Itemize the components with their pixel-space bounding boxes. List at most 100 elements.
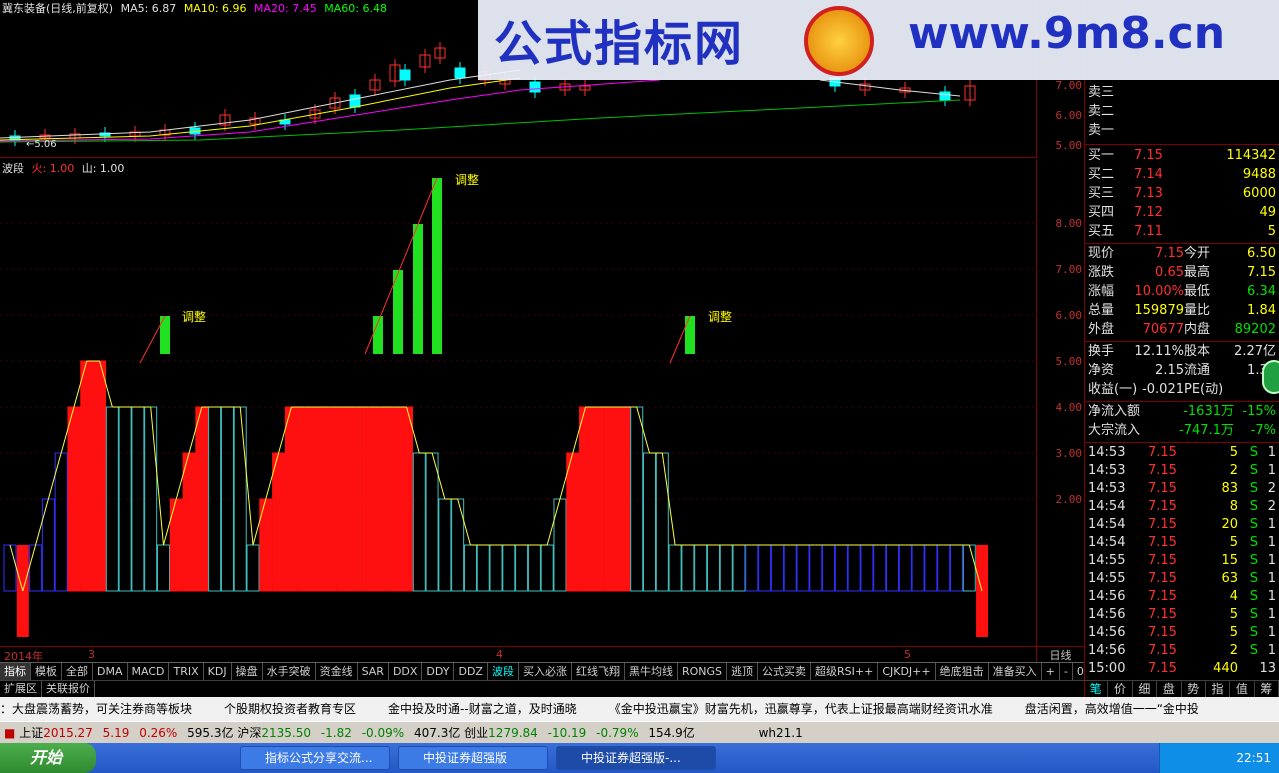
tick-time: 14:54 — [1088, 517, 1126, 532]
tab-25[interactable]: + — [1042, 663, 1060, 680]
indicator-bar — [297, 406, 311, 592]
ticker-item[interactable]: 金中投及时通--财富之道，及时通晓 — [388, 702, 577, 716]
axis-label: 5.00 — [1055, 139, 1083, 152]
tab-15[interactable]: 买入必涨 — [519, 663, 572, 680]
quote-tab-1[interactable]: 价 — [1108, 681, 1133, 697]
stat-value: -0.021 — [1142, 382, 1184, 397]
tab-23[interactable]: 绝底狙击 — [936, 663, 989, 680]
tab-14[interactable]: 波段 — [487, 663, 519, 680]
tick-side: S — [1249, 607, 1258, 622]
ticker-item[interactable]: 盘活闲置，高效增值一一“金中投 — [1025, 702, 1199, 716]
period-selector[interactable]: 日线 — [1036, 646, 1084, 662]
peak-bar — [413, 224, 423, 354]
indicator-bar — [336, 406, 350, 592]
ticker-item[interactable]: 个股期权投资者教育专区 — [224, 702, 356, 716]
tab-1[interactable]: 模板 — [31, 663, 62, 680]
tab-24[interactable]: 准备买入 — [989, 663, 1042, 680]
axis-label: 4.00 — [1055, 401, 1083, 414]
tick-row[interactable]: 14:53 7.15 5 S 1 — [1088, 444, 1278, 462]
sell-row[interactable]: 卖三 — [1088, 84, 1278, 102]
tab-extension[interactable]: 扩展区 — [0, 681, 42, 697]
axis-label: 7.00 — [1055, 79, 1083, 92]
buy-volume: 49 — [1259, 205, 1276, 220]
tick-volume: 4 — [1229, 589, 1238, 604]
tab-21[interactable]: 超级RSI++ — [811, 663, 879, 680]
axis-label: 2.00 — [1055, 493, 1083, 506]
tab-3[interactable]: DMA — [93, 663, 128, 680]
tab-7[interactable]: 操盘 — [232, 663, 263, 680]
tab-13[interactable]: DDZ — [454, 663, 488, 680]
ticker-item[interactable]: ：大盘震荡蓄势，可关注券商等板块 — [0, 702, 192, 716]
candle-body — [399, 69, 411, 81]
tab-17[interactable]: 黑牛均线 — [625, 663, 678, 680]
indicator-bar — [809, 544, 823, 592]
tick-row[interactable]: 14:55 7.15 15 S 1 — [1088, 552, 1278, 570]
quote-tab-7[interactable]: 筹 — [1255, 681, 1279, 697]
tab-4[interactable]: MACD — [128, 663, 170, 680]
tab-22[interactable]: CJKDJ++ — [878, 663, 936, 680]
server-label: wh21.1 — [758, 726, 803, 740]
float-widget-icon[interactable] — [1262, 360, 1279, 394]
stat-label: PE(动) — [1184, 382, 1224, 397]
tab-0[interactable]: 指标 — [0, 663, 31, 680]
buy-row[interactable]: 买五 7.11 5 — [1088, 223, 1278, 241]
tab-18[interactable]: RONGS — [678, 663, 728, 680]
quote-panel: 卖三 卖二 卖一 买一 7.15 114342 买二 7.14 9488 买三 7.13 6000 买四… — [1084, 0, 1279, 697]
tick-row[interactable]: 14:54 7.15 8 S 2 — [1088, 498, 1278, 516]
tab-5[interactable]: TRIX — [169, 663, 204, 680]
tab-related-quote[interactable]: 关联报价 — [42, 681, 95, 697]
tab-20[interactable]: 公式买卖 — [758, 663, 812, 680]
news-ticker[interactable]: ：大盘震荡蓄势，可关注券商等板块 个股期权投资者教育专区 金中投及时通--财富之道，… — [0, 697, 1279, 721]
tick-row[interactable]: 14:54 7.15 20 S 1 — [1088, 516, 1278, 534]
indicator-bar — [361, 406, 375, 592]
tab-19[interactable]: 逃顶 — [727, 663, 759, 680]
tick-row[interactable]: 14:56 7.15 5 S 1 — [1088, 624, 1278, 642]
date-label: 3 — [88, 648, 95, 661]
indicator-bar — [284, 406, 298, 592]
sell-row[interactable]: 卖一 — [1088, 122, 1278, 140]
quote-tab-5[interactable]: 指 — [1206, 681, 1231, 697]
indicator-bar — [310, 406, 324, 592]
tab-16[interactable]: 红线飞翔 — [572, 663, 625, 680]
tab-6[interactable]: KDJ — [204, 663, 232, 680]
axis-label: 3.00 — [1055, 447, 1083, 460]
taskbar-item[interactable]: 中投证券超强版-... — [556, 746, 716, 770]
tick-row[interactable]: 15:00 7.15 440 13 — [1088, 660, 1278, 678]
tab-8[interactable]: 水手突破 — [263, 663, 316, 680]
buy-volume: 9488 — [1242, 167, 1276, 182]
tick-row[interactable]: 14:53 7.15 2 S 1 — [1088, 462, 1278, 480]
tick-row[interactable]: 14:54 7.15 5 S 1 — [1088, 534, 1278, 552]
taskbar-item[interactable]: 中投证券超强版 — [398, 746, 548, 770]
start-button[interactable]: 开始 — [0, 743, 96, 773]
indicator-chart-panel[interactable]: 波段 火: 1.00 山: 1.00 调整 调整 调整 — [0, 159, 1036, 646]
tick-row[interactable]: 14:55 7.15 63 S 1 — [1088, 570, 1278, 588]
quote-tab-4[interactable]: 势 — [1182, 681, 1206, 697]
buy-row[interactable]: 买四 7.12 49 — [1088, 204, 1278, 222]
stat-value: 7.15 — [1247, 265, 1276, 280]
quote-tab-3[interactable]: 盘 — [1157, 681, 1182, 697]
tab-11[interactable]: DDX — [389, 663, 423, 680]
quote-tab-0[interactable]: 笔 — [1084, 681, 1109, 697]
low-price-marker: ←5.06 — [26, 139, 57, 150]
ticker-item[interactable]: 《金中投迅赢宝》财富先机，迅赢尊享，代表上证报最高端财经资讯水准 — [609, 702, 993, 716]
tab-2[interactable]: 全部 — [62, 663, 93, 680]
tab-12[interactable]: DDY — [422, 663, 455, 680]
tick-row[interactable]: 14:53 7.15 83 S 2 — [1088, 480, 1278, 498]
tab-9[interactable]: 资金线 — [316, 663, 358, 680]
stat-row: 净资2.15流通1.32 — [1088, 362, 1278, 380]
tab-26[interactable]: - — [1060, 663, 1073, 680]
tick-row[interactable]: 14:56 7.15 4 S 1 — [1088, 588, 1278, 606]
sell-row[interactable]: 卖二 — [1088, 103, 1278, 121]
buy-label: 买四 — [1088, 205, 1115, 220]
buy-row[interactable]: 买二 7.14 9488 — [1088, 166, 1278, 184]
quote-tab-2[interactable]: 细 — [1133, 681, 1158, 697]
tab-10[interactable]: SAR — [358, 663, 389, 680]
buy-row[interactable]: 买一 7.15 114342 — [1088, 147, 1278, 165]
tick-row[interactable]: 14:56 7.15 5 S 1 — [1088, 606, 1278, 624]
tick-row[interactable]: 14:56 7.15 2 S 1 — [1088, 642, 1278, 660]
taskbar-item[interactable]: 指标公式分享交流... — [240, 746, 390, 770]
indicator-bar — [617, 406, 631, 592]
buy-row[interactable]: 买三 7.13 6000 — [1088, 185, 1278, 203]
indicator-bar — [758, 544, 772, 592]
quote-tab-6[interactable]: 值 — [1230, 681, 1255, 697]
